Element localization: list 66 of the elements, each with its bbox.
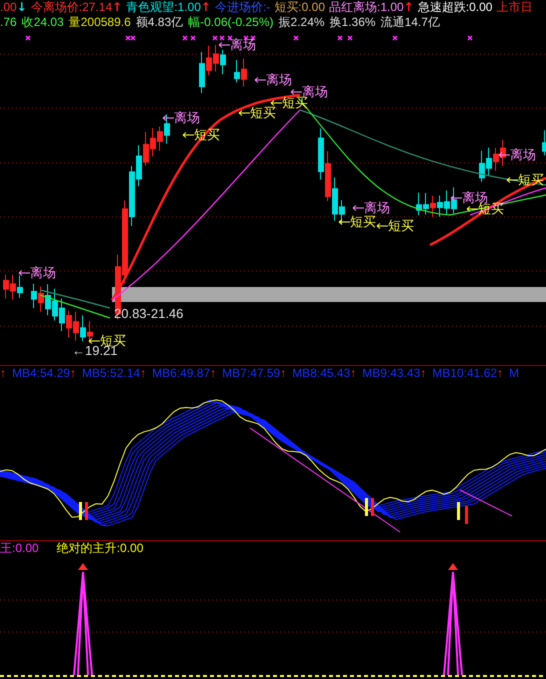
quote-value: 收24.03 xyxy=(22,15,64,30)
left-arrow-icon xyxy=(290,88,302,96)
trend-arrow: ↑ xyxy=(497,366,503,380)
trend-arrow: ↑ xyxy=(200,0,211,15)
exit-signal-label: 离场 xyxy=(174,110,200,126)
left-arrow-icon xyxy=(376,222,388,230)
left-arrow-icon xyxy=(466,205,478,213)
exit-signal-label: 离场 xyxy=(230,37,256,53)
exit-signal-label: 离场 xyxy=(462,190,488,205)
indicator-value: MB9:43.43 xyxy=(362,366,420,380)
trend-arrow: ↑ xyxy=(140,366,146,380)
exit-signal-label: 离场 xyxy=(266,72,292,88)
trend-arrow: ↓ xyxy=(16,0,27,15)
buy-signal-label: 短买 xyxy=(250,105,276,121)
indicator-value: M xyxy=(509,366,519,380)
indicator-value: MB7:47.59 xyxy=(222,366,280,380)
left-arrow-icon xyxy=(254,76,266,84)
indicator-value: 品红离场:1.00 xyxy=(329,0,404,15)
trend-arrow: ↑ xyxy=(0,366,6,380)
left-arrow-icon xyxy=(18,269,30,277)
indicator-value: 今离场价:27.14 xyxy=(30,0,112,15)
left-arrow-icon xyxy=(506,176,518,184)
trend-arrow: ↑ xyxy=(404,0,414,15)
left-arrow-icon xyxy=(162,114,174,122)
left-arrow-icon xyxy=(182,131,194,139)
indicator-value: 绝对的主升:0.00 xyxy=(56,541,144,556)
indicator-value: 急速超跌:0.00 xyxy=(418,0,492,15)
indicator-value: 青色观望:1.00 xyxy=(126,0,201,15)
quote-value: 流通14.7亿 xyxy=(380,15,440,30)
left-arrow-icon xyxy=(238,109,250,117)
left-arrow-icon xyxy=(218,41,230,49)
exit-signal-label: 离场 xyxy=(364,200,390,216)
left-arrow-icon xyxy=(338,218,350,226)
buy-signal-label: 短买 xyxy=(388,218,414,234)
buy-signal-label: 短买 xyxy=(350,214,376,230)
quote-value: 额4.83亿 xyxy=(136,15,184,30)
trend-arrow: ↑ xyxy=(350,366,356,380)
indicator-value: MB5:52.14 xyxy=(82,366,140,380)
quote-value: .76 xyxy=(0,15,17,30)
exit-signal-label: 离场 xyxy=(510,147,536,163)
indicator-value: 王:0.00 xyxy=(0,541,39,556)
trend-arrow: ↑ xyxy=(280,366,286,380)
left-arrow-icon xyxy=(352,204,364,212)
indicator-value: MB6:49.87 xyxy=(152,366,210,380)
indicator-value: MB10:41.62 xyxy=(432,366,497,380)
trend-arrow: ↑ xyxy=(420,366,426,380)
exit-signal-label: 离场 xyxy=(302,84,328,99)
trend-arrow: ↑ xyxy=(112,0,122,15)
indicator-value: MB8:45.43 xyxy=(292,366,350,380)
left-arrow-icon xyxy=(450,194,462,202)
left-arrow-icon xyxy=(88,337,100,345)
indicator-value: 今进场价:- xyxy=(214,0,270,15)
indicator-value: 上市日 xyxy=(496,0,532,15)
indicator-value: MB4:54.29 xyxy=(12,366,70,380)
indicator-value: 短买:0.00 xyxy=(274,0,325,15)
quote-value: 换1.36% xyxy=(330,15,376,30)
indicator-value: .00 xyxy=(0,0,17,15)
quote-value: 幅-0.06(-0.25%) xyxy=(188,15,274,30)
left-arrow-icon xyxy=(498,151,510,159)
exit-signal-label: 离场 xyxy=(30,265,56,281)
left-arrow-icon xyxy=(270,99,282,107)
trend-arrow: ↑ xyxy=(210,366,216,380)
candlestick xyxy=(542,130,546,156)
quote-value: 量200589.6 xyxy=(68,15,131,30)
trend-arrow: ↑ xyxy=(70,366,76,380)
quote-value: 振2.24% xyxy=(278,15,325,30)
